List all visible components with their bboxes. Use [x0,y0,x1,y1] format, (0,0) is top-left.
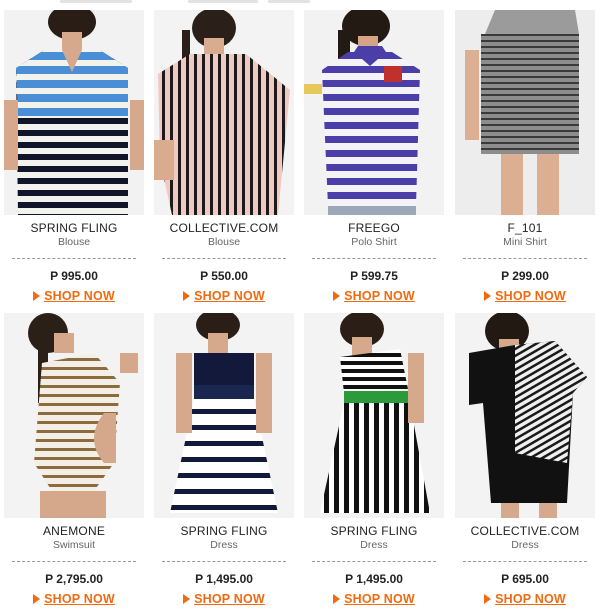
product-image[interactable] [4,10,144,215]
shop-now-button[interactable]: SHOP NOW [304,289,444,303]
product-price: P 2,795.00 [45,572,103,586]
product-card[interactable]: FREEGO Polo Shirt P 599.75 SHOP NOW [304,10,444,303]
play-arrow-icon [183,291,191,301]
shop-now-button[interactable]: SHOP NOW [154,592,294,606]
dotted-divider [463,258,587,259]
product-brand[interactable]: COLLECTIVE.COM [154,221,294,235]
shop-now-button[interactable]: SHOP NOW [4,592,144,606]
product-brand[interactable]: F_101 [455,221,595,235]
shop-now-button[interactable]: SHOP NOW [455,592,595,606]
product-image[interactable] [455,10,595,215]
play-arrow-icon [484,594,492,604]
play-arrow-icon [333,594,341,604]
product-price: P 1,495.00 [345,572,403,586]
dotted-divider [162,258,286,259]
product-image[interactable] [4,313,144,518]
shop-now-label: SHOP NOW [194,592,265,606]
product-category: Blouse [207,236,241,248]
product-brand[interactable]: SPRING FLING [4,221,144,235]
play-arrow-icon [33,594,41,604]
product-card[interactable]: SPRING FLING Blouse P 995.00 SHOP NOW [4,10,144,303]
product-image[interactable] [455,313,595,518]
play-arrow-icon [33,291,41,301]
shop-now-label: SHOP NOW [344,289,415,303]
product-card[interactable]: SPRING FLING Dress P 1,495.00 SHOP NOW [304,313,444,606]
dotted-divider [162,561,286,562]
product-price: P 995.00 [50,269,98,283]
product-category: Blouse [57,236,91,248]
shop-now-button[interactable]: SHOP NOW [154,289,294,303]
product-card[interactable]: COLLECTIVE.COM Dress P 695.00 SHOP NOW [455,313,595,606]
product-brand[interactable]: COLLECTIVE.COM [455,524,595,538]
shop-now-label: SHOP NOW [44,289,115,303]
product-price: P 550.00 [200,269,248,283]
product-image[interactable] [304,313,444,518]
shop-now-label: SHOP NOW [44,592,115,606]
play-arrow-icon [333,291,341,301]
product-image[interactable] [304,10,444,215]
play-arrow-icon [183,594,191,604]
product-card[interactable]: F_101 Mini Shirt P 299.00 SHOP NOW [455,10,595,303]
product-price: P 1,495.00 [195,572,253,586]
product-brand[interactable]: FREEGO [304,221,444,235]
dotted-divider [12,258,136,259]
product-grid: SPRING FLING Blouse P 995.00 SHOP NOW CO… [0,0,600,615]
play-arrow-icon [484,291,492,301]
product-brand[interactable]: SPRING FLING [154,524,294,538]
product-price: P 695.00 [501,572,549,586]
product-category: Dress [210,539,238,551]
product-price: P 599.75 [350,269,398,283]
dotted-divider [463,561,587,562]
product-price: P 299.00 [501,269,549,283]
dotted-divider [312,258,436,259]
shop-now-label: SHOP NOW [495,592,566,606]
product-category: Mini Shirt [503,236,547,248]
shop-now-button[interactable]: SHOP NOW [455,289,595,303]
product-card[interactable]: SPRING FLING Dress P 1,495.00 SHOP NOW [154,313,294,606]
shop-now-label: SHOP NOW [495,289,566,303]
shop-now-button[interactable]: SHOP NOW [304,592,444,606]
product-category: Dress [360,539,388,551]
product-category: Polo Shirt [351,236,397,248]
product-image[interactable] [154,10,294,215]
shop-now-label: SHOP NOW [194,289,265,303]
product-category: Dress [511,539,539,551]
shop-now-button[interactable]: SHOP NOW [4,289,144,303]
dotted-divider [12,561,136,562]
dotted-divider [312,561,436,562]
product-card[interactable]: COLLECTIVE.COM Blouse P 550.00 SHOP NOW [154,10,294,303]
product-category: Swimsuit [52,539,95,551]
product-brand[interactable]: SPRING FLING [304,524,444,538]
product-image[interactable] [154,313,294,518]
product-card[interactable]: ANEMONE Swimsuit P 2,795.00 SHOP NOW [4,313,144,606]
product-brand[interactable]: ANEMONE [4,524,144,538]
shop-now-label: SHOP NOW [344,592,415,606]
